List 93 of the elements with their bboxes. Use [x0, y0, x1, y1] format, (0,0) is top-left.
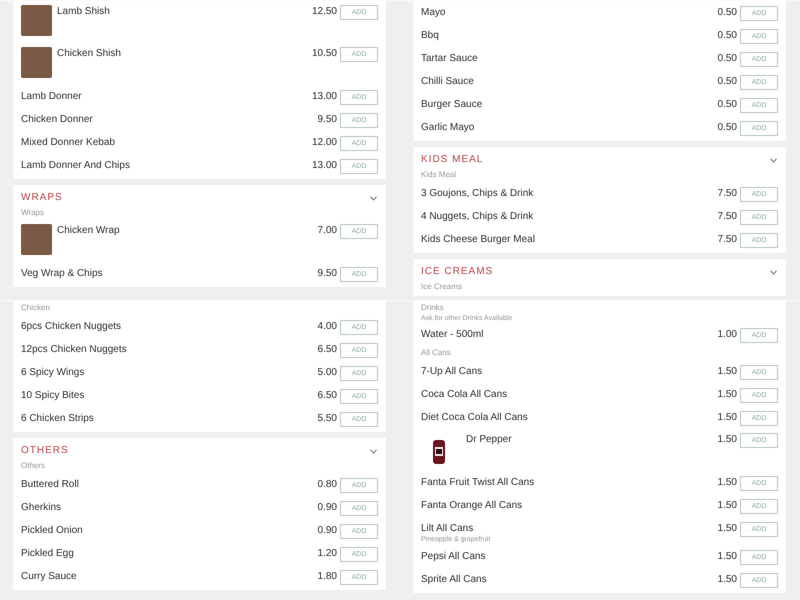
- item-price: 5.00: [318, 366, 337, 379]
- item-price: 7.50: [718, 233, 737, 246]
- item-name: Water - 500ml: [421, 328, 484, 341]
- item-price: 1.50: [718, 522, 737, 535]
- item-price: 1.50: [718, 411, 737, 424]
- item-price: 1.80: [318, 570, 337, 583]
- item-name: Lamb Shish: [57, 5, 111, 18]
- item-name: Buttered Roll: [21, 478, 80, 491]
- item-price: 6.50: [318, 343, 337, 356]
- item-name: Bbq: [421, 29, 440, 42]
- item-price: 1.50: [718, 499, 737, 512]
- group-label: Ice Creams: [421, 283, 462, 291]
- item-name: Fanta Fruit Twist All Cans: [421, 476, 536, 489]
- chevron-down-icon[interactable]: [770, 270, 777, 274]
- item-name: 3 Goujons, Chips & Drink: [421, 187, 534, 200]
- item-name: Sprite All Cans: [421, 573, 488, 586]
- item-name: Kids Cheese Burger Meal: [421, 233, 536, 246]
- item-name: 12pcs Chicken Nuggets: [21, 343, 128, 356]
- item-name: Mayo: [421, 6, 446, 19]
- food-photo: [21, 224, 52, 255]
- item-name: 4 Nuggets, Chips & Drink: [421, 210, 534, 223]
- group-label: Chicken: [21, 304, 50, 312]
- item-name: Diet Coca Cola All Cans: [421, 411, 529, 424]
- item-price: 0.90: [318, 524, 337, 537]
- food-photo: [21, 5, 52, 36]
- item-name: 6pcs Chicken Nuggets: [21, 320, 122, 333]
- item-name: Pickled Onion: [21, 524, 84, 537]
- item-price: 4.00: [318, 320, 337, 333]
- item-name: Chilli Sauce: [421, 75, 475, 88]
- item-price: 9.50: [318, 113, 337, 126]
- item-name: Chicken Wrap: [57, 224, 121, 237]
- item-name: Curry Sauce: [21, 570, 78, 583]
- section-title: ICE CREAMS: [421, 267, 494, 277]
- group-label: Drinks: [421, 304, 444, 312]
- item-name: Burger Sauce: [421, 98, 484, 111]
- item-price: 1.50: [718, 365, 737, 378]
- item-name: Lamb Donner: [21, 90, 83, 103]
- chevron-down-icon[interactable]: [370, 448, 377, 454]
- section-title: OTHERS: [21, 446, 69, 456]
- item-price: 0.50: [718, 75, 737, 88]
- item-name: Gherkins: [21, 501, 62, 514]
- item-name: Fanta Orange All Cans: [421, 499, 524, 512]
- section-title: WRAPS: [21, 193, 63, 203]
- item-price: 9.50: [318, 267, 337, 280]
- item-price: 7.50: [718, 187, 737, 200]
- item-price: 1.50: [718, 573, 737, 586]
- item-name: 7-Up All Cans: [421, 365, 484, 378]
- item-price: 7.00: [318, 224, 337, 237]
- item-price: 0.90: [318, 501, 337, 514]
- item-price: 1.20: [318, 547, 337, 560]
- chevron-down-icon[interactable]: [770, 158, 777, 162]
- item-name: Coca Cola All Cans: [421, 388, 508, 401]
- item-price: 1.50: [718, 433, 737, 446]
- item-name: Dr Pepper: [466, 433, 513, 446]
- item-name: Pickled Egg: [21, 547, 75, 560]
- chevron-down-icon[interactable]: [370, 196, 377, 200]
- group-label: All Cans: [421, 349, 451, 357]
- item-price: 0.50: [718, 121, 737, 134]
- item-name: Mixed Donner Kebab: [21, 136, 116, 149]
- item-name: 10 Spicy Bites: [21, 389, 86, 402]
- item-price: 1.00: [718, 328, 737, 341]
- item-name: 6 Chicken Strips: [21, 412, 95, 425]
- food-photo: [21, 47, 52, 78]
- item-price: 0.80: [318, 478, 337, 491]
- item-price: 13.00: [312, 90, 337, 103]
- item-name: 6 Spicy Wings: [21, 366, 86, 379]
- item-name: Lamb Donner And Chips: [21, 159, 131, 172]
- item-price: 12.00: [312, 136, 337, 149]
- item-price: 0.50: [718, 29, 737, 42]
- item-price: 0.50: [718, 52, 737, 65]
- item-price: 6.50: [318, 389, 337, 402]
- group-label: Kids Meal: [421, 171, 456, 179]
- item-name: Veg Wrap & Chips: [21, 267, 104, 280]
- section-title: KIDS MEAL: [421, 155, 484, 165]
- item-price: 0.50: [718, 98, 737, 111]
- drink-can-icon: [432, 439, 446, 465]
- item-name: Chicken Shish: [57, 47, 122, 60]
- item-name: Garlic Mayo: [421, 121, 476, 134]
- item-price: 10.50: [312, 47, 337, 60]
- item-name: Pepsi All Cans: [421, 550, 486, 563]
- item-name: Chicken Donner: [21, 113, 94, 126]
- item-price: 0.50: [718, 6, 737, 19]
- item-price: 7.50: [718, 210, 737, 223]
- item-name: Lilt All Cans: [421, 522, 474, 535]
- item-price: 1.50: [718, 550, 737, 563]
- item-price: 1.50: [718, 388, 737, 401]
- item-price: 5.50: [318, 412, 337, 425]
- group-label: Others: [21, 462, 46, 470]
- item-price: 1.50: [718, 476, 737, 489]
- item-name: Tartar Sauce: [421, 52, 479, 65]
- group-label: Wraps: [21, 209, 44, 217]
- item-price: 13.00: [312, 159, 337, 172]
- item-price: 12.50: [312, 5, 337, 18]
